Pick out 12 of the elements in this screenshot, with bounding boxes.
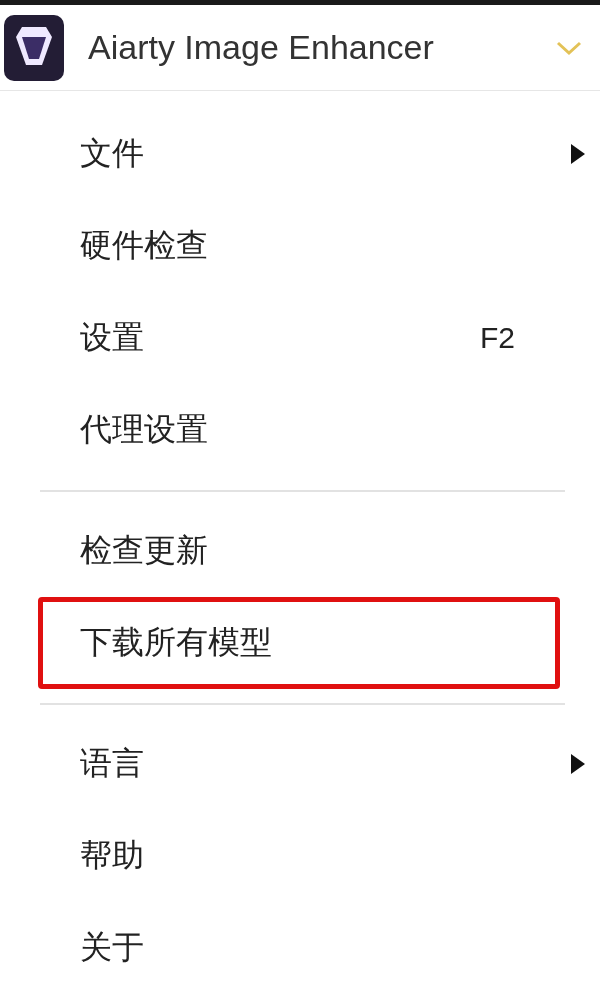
app-logo-icon[interactable] bbox=[4, 14, 64, 81]
menu-item[interactable]: 设置 bbox=[80, 316, 144, 360]
menu-item[interactable]: 关于 bbox=[80, 926, 144, 970]
menu-item[interactable]: 检查更新 bbox=[80, 529, 208, 573]
menu-item[interactable]: 语言 bbox=[80, 742, 144, 786]
app-title: Aiarty Image Enhancer bbox=[88, 28, 435, 67]
shortcut-label: F2 bbox=[480, 321, 515, 355]
menu-item[interactable]: 文件 bbox=[80, 132, 144, 176]
menu-item[interactable]: 下载所有模型 bbox=[80, 621, 272, 665]
menu-item[interactable]: 帮助 bbox=[80, 834, 144, 878]
menu-item[interactable]: 代理设置 bbox=[80, 408, 208, 452]
menu-item[interactable]: 硬件检查 bbox=[80, 224, 208, 268]
